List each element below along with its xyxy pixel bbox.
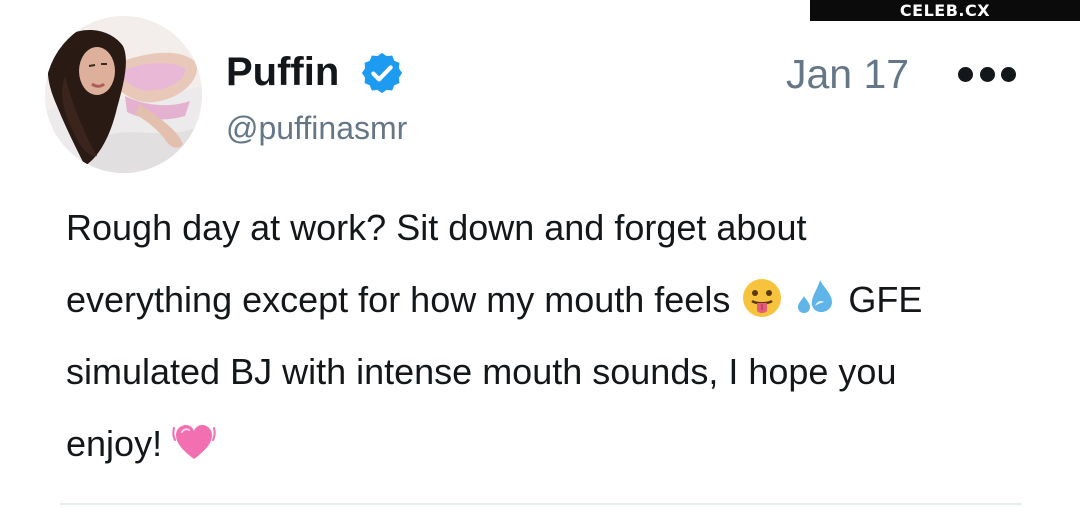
display-name[interactable]: Puffin [226, 46, 339, 98]
post-text-segment: GFE [848, 279, 923, 320]
post-card: CELEB.CX Puffin @puffinasmr Jan 17 Rough… [0, 0, 1080, 508]
more-dots-icon [979, 66, 995, 82]
more-options-button[interactable] [958, 60, 1016, 88]
divider [60, 503, 1022, 505]
more-dots-icon [1001, 66, 1016, 82]
tongue-out-emoji-icon [743, 279, 782, 317]
sweat-droplets-emoji-icon [798, 280, 833, 313]
post-text-line: Rough day at work? Sit down and forget a… [66, 207, 807, 248]
more-dots-icon [958, 66, 973, 82]
beating-heart-emoji-icon [172, 425, 216, 459]
post-text-segment: enjoy! [66, 423, 163, 464]
avatar[interactable] [45, 16, 202, 173]
post-date[interactable]: Jan 17 [786, 48, 909, 100]
profile-photo [45, 16, 202, 173]
post-text-segment: everything except for how my mouth feels [66, 279, 731, 320]
verified-badge-icon [361, 52, 403, 94]
post-text: Rough day at work? Sit down and forget a… [66, 192, 1056, 480]
post-text-line: everything except for how my mouth feels… [66, 264, 1056, 336]
watermark-banner: CELEB.CX [810, 0, 1080, 21]
user-handle[interactable]: @puffinasmr [226, 106, 407, 150]
post-text-line: enjoy! [66, 408, 1056, 480]
post-text-line: simulated BJ with intense mouth sounds, … [66, 351, 897, 392]
